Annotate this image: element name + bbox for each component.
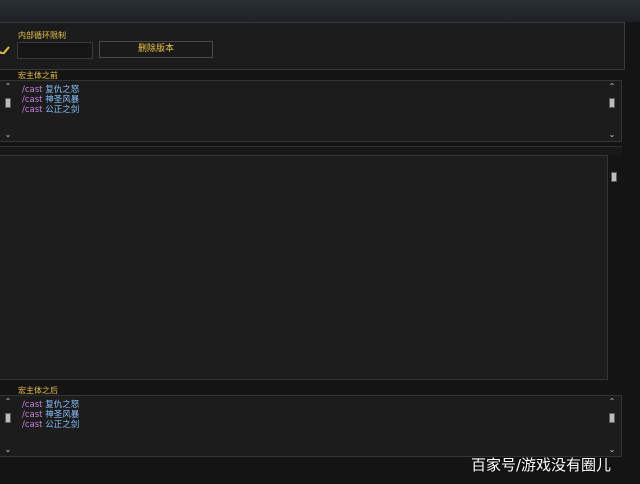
scroll-down-icon[interactable]: ⌄ [606,130,618,140]
macro-line: /cast 复仇之怒 [22,85,80,95]
inner-loop-label: 内部循环限制 [18,31,66,40]
macro-body-editor[interactable] [0,155,608,380]
macro-line: /cast 复仇之怒 [22,400,80,410]
scroll-down-icon[interactable]: ⌄ [2,130,14,140]
scroll-up-icon[interactable]: ⌃ [606,397,618,407]
macro-before-text[interactable]: /cast 复仇之怒 /cast 神圣风暴 /cast 公正之剑 [18,83,602,139]
macro-before-editor[interactable]: ⌃ ⌄ /cast 复仇之怒 /cast 神圣风暴 /cast 公正之剑 ⌃ ⌄ [0,80,622,142]
macro-line: /cast 公正之剑 [22,105,80,115]
scroll-up-icon[interactable]: ⌃ [606,82,618,92]
top-strip [0,0,640,22]
inner-loop-input[interactable] [17,42,93,59]
checkmark-icon[interactable] [0,44,10,54]
macro-after-left-scrollbar[interactable]: ⌃ ⌄ [2,396,14,456]
macro-after-text[interactable]: /cast 复仇之怒 /cast 神圣风暴 /cast 公正之剑 [18,398,602,454]
section-divider [0,146,622,155]
macro-body-scrollbar[interactable] [609,170,621,375]
watermark-text: 百家号/游戏没有圈儿 [471,456,612,474]
settings-panel [0,22,625,70]
scroll-up-icon[interactable]: ⌃ [2,82,14,92]
scroll-thumb[interactable] [5,413,11,423]
scroll-thumb[interactable] [611,172,617,182]
macro-line: /cast 公正之剑 [22,420,80,430]
scroll-down-icon[interactable]: ⌄ [2,445,14,455]
scroll-thumb[interactable] [5,98,11,108]
scroll-down-icon[interactable]: ⌄ [606,445,618,455]
macro-line: /cast 神圣风暴 [22,410,80,420]
scroll-thumb[interactable] [609,413,615,423]
macro-after-editor[interactable]: ⌃ ⌄ /cast 复仇之怒 /cast 神圣风暴 /cast 公正之剑 ⌃ ⌄ [0,395,622,457]
scroll-up-icon[interactable]: ⌃ [2,397,14,407]
macro-after-right-scrollbar[interactable]: ⌃ ⌄ [606,396,618,456]
delete-version-button[interactable]: 删除版本 [99,41,213,58]
macro-line: /cast 神圣风暴 [22,95,80,105]
macro-before-right-scrollbar[interactable]: ⌃ ⌄ [606,81,618,141]
macro-before-left-scrollbar[interactable]: ⌃ ⌄ [2,81,14,141]
scroll-thumb[interactable] [609,98,615,108]
